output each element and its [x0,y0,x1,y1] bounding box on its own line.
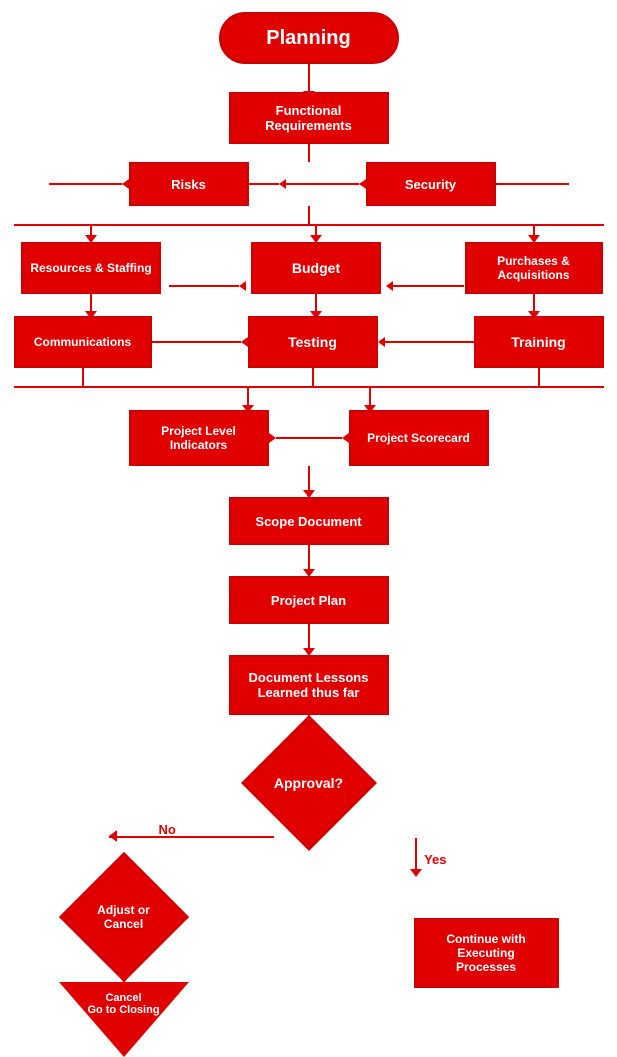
adjust-cancel-label: Adjust orCancel [84,903,164,931]
testing-node: Testing [248,316,378,368]
document-lessons-node: Document LessonsLearned thus far [229,655,389,715]
scope-document-node: Scope Document [229,497,389,545]
purchases-acquisitions-label: Purchases &Acquisitions [497,254,570,282]
scope-document-label: Scope Document [255,514,361,529]
training-label: Training [511,334,565,350]
training-node: Training [474,316,604,368]
communications-node: Communications [14,316,152,368]
budget-label: Budget [292,260,340,276]
security-label: Security [405,177,456,192]
project-level-indicators-node: Project LevelIndicators [129,410,269,466]
planning-label: Planning [266,27,350,50]
project-level-indicators-label: Project LevelIndicators [161,424,236,452]
project-plan-label: Project Plan [271,593,346,608]
resources-staffing-label: Resources & Staffing [30,261,151,275]
budget-node: Budget [251,242,381,294]
project-scorecard-label: Project Scorecard [367,431,470,445]
risks-node: Risks [129,162,249,206]
no-label: No [159,822,176,837]
cancel-closing-label: CancelGo to Closing [79,992,169,1016]
purchases-acquisitions-node: Purchases &Acquisitions [465,242,603,294]
flowchart: Planning Functional Requirements Risks S… [0,0,617,1057]
functional-requirements-node: Functional Requirements [229,92,389,144]
yes-label: Yes [424,852,446,867]
resources-staffing-node: Resources & Staffing [21,242,161,294]
continue-executing-label: Continue withExecutingProcesses [446,932,525,974]
testing-label: Testing [288,334,337,350]
continue-executing-node: Continue withExecutingProcesses [414,918,559,988]
functional-requirements-label: Functional Requirements [265,103,352,133]
document-lessons-label: Document LessonsLearned thus far [249,670,369,700]
security-node: Security [366,162,496,206]
adjust-cancel-diamond: Adjust orCancel [64,880,184,954]
communications-label: Communications [34,335,131,349]
approval-label: Approval? [274,775,343,791]
approval-diamond: Approval? [244,746,374,820]
cancel-closing-node: CancelGo to Closing [59,982,189,1057]
planning-node: Planning [219,12,399,64]
risks-label: Risks [171,177,206,192]
project-scorecard-node: Project Scorecard [349,410,489,466]
project-plan-node: Project Plan [229,576,389,624]
